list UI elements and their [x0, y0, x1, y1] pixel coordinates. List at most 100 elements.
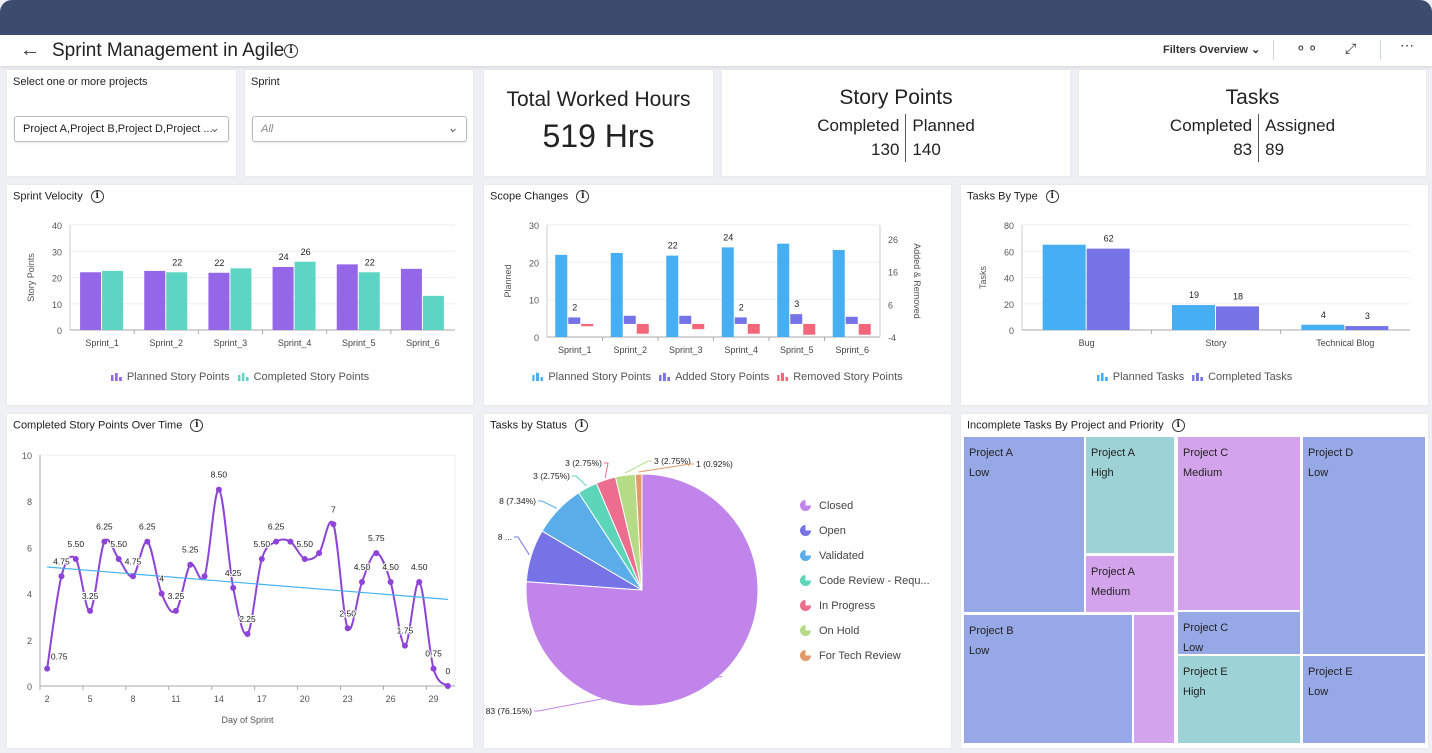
data-label: 2 — [739, 302, 744, 312]
data-label: 6.25 — [96, 522, 113, 532]
treemap-cell[interactable]: Project C Medium — [1177, 436, 1301, 611]
legend-item[interactable]: Added Story Points — [659, 371, 769, 383]
bar — [1345, 326, 1389, 330]
story-points-title: Story Points — [839, 86, 953, 109]
pie-chart-icon — [800, 525, 811, 536]
legend-item[interactable]: Closed — [800, 500, 853, 512]
filters-overview-button[interactable]: Filters Overview ⌄ — [1163, 43, 1260, 56]
legend-item[interactable]: Planned Story Points — [110, 371, 230, 383]
y-tick-label: 10 — [529, 296, 539, 306]
y-tick-label: 0 — [534, 333, 539, 343]
y-tick-label: 20 — [529, 258, 539, 268]
bar — [845, 316, 858, 324]
sprint-filter-card: Sprint All ⌄ — [245, 70, 473, 176]
bar — [1042, 244, 1086, 330]
x-tick-label: 17 — [257, 694, 267, 704]
info-icon[interactable]: i — [576, 190, 590, 203]
legend-item[interactable]: Removed Story Points — [777, 371, 903, 383]
x-tick-label: 23 — [343, 694, 353, 704]
chart-legend: Planned Story Points Completed Story Poin… — [7, 371, 473, 383]
treemap-cell[interactable]: Project E High — [1177, 655, 1301, 744]
legend-item[interactable]: Validated — [800, 550, 864, 562]
treemap-cell[interactable]: Project D Low — [1302, 436, 1426, 655]
chart-legend: Planned Tasks Completed Tasks — [961, 371, 1428, 383]
assigned-label: Assigned — [1265, 116, 1336, 135]
bar — [636, 323, 649, 334]
legend-item[interactable]: Code Review - Requ... — [800, 575, 930, 587]
data-point — [201, 573, 208, 580]
x-tick-label: Sprint_2 — [613, 345, 647, 355]
data-label: 24 — [723, 232, 733, 242]
bar — [721, 247, 734, 337]
y2-tick-label: 16 — [888, 268, 898, 278]
treemap-cell[interactable]: Project A High — [1085, 436, 1175, 554]
data-label: 7 — [331, 504, 336, 514]
info-icon[interactable]: i — [575, 419, 589, 432]
data-point — [72, 555, 79, 562]
bar — [144, 270, 166, 330]
treemap-cell[interactable]: Project E Low — [1302, 655, 1426, 744]
data-point — [316, 550, 323, 557]
glasses-icon[interactable]: ⚬⚬ — [1295, 40, 1318, 57]
planned-label: Planned — [912, 116, 975, 135]
y-axis-title: Story Points — [26, 253, 36, 302]
back-button[interactable]: ← — [20, 39, 40, 62]
projects-select[interactable]: Project A,Project B,Project D,Project ..… — [14, 116, 229, 142]
legend-item[interactable]: Open — [800, 525, 846, 537]
info-icon[interactable]: i — [90, 190, 104, 203]
chart-title: Tasks by Status — [490, 419, 568, 432]
label-leader — [572, 475, 587, 487]
label-leader — [624, 460, 652, 474]
x-tick-label: Story — [1205, 338, 1227, 348]
legend-item[interactable]: In Progress — [800, 600, 875, 612]
chart-legend: Planned Story Points Added Story Points Re… — [484, 371, 951, 383]
info-icon[interactable]: i — [1171, 419, 1185, 432]
more-icon[interactable]: ⋯ — [1400, 37, 1414, 54]
legend-item[interactable]: Completed Tasks — [1192, 371, 1292, 383]
bar — [1086, 248, 1130, 330]
treemap-cell[interactable]: Project A Medium — [1085, 555, 1175, 613]
sprint-select[interactable]: All ⌄ — [252, 116, 467, 142]
info-icon[interactable]: i — [1045, 190, 1059, 203]
data-label: 5.50 — [68, 539, 85, 549]
label-leader — [604, 462, 609, 478]
treemap-cell[interactable]: Project A Low — [963, 436, 1085, 613]
data-point — [387, 579, 394, 586]
x-tick-label: 11 — [171, 694, 180, 704]
legend-item[interactable]: Planned Story Points — [532, 371, 651, 383]
y-tick-label: 20 — [1004, 300, 1014, 310]
bar — [623, 315, 636, 324]
legend-item[interactable]: For Tech Review — [800, 650, 901, 662]
y-tick-label: 0 — [57, 326, 62, 336]
series-line — [46, 488, 449, 687]
data-point — [187, 561, 194, 568]
bar — [790, 314, 803, 324]
treemap-cell[interactable] — [1133, 614, 1175, 744]
divider — [1380, 40, 1381, 60]
y-tick-label: 0 — [1009, 326, 1014, 336]
pie-chart-icon — [800, 575, 811, 586]
expand-icon[interactable]: ⤢ — [1345, 40, 1356, 57]
treemap-cell[interactable]: Project C Low — [1177, 611, 1301, 655]
y-tick-label: 40 — [52, 221, 62, 231]
info-icon[interactable]: i — [190, 419, 204, 432]
completed-value: 83 — [1233, 140, 1253, 159]
bar — [1301, 324, 1345, 330]
info-icon[interactable]: i — [284, 44, 298, 58]
data-label: 22 — [668, 241, 678, 251]
x-tick-label: 14 — [214, 694, 224, 704]
legend-label: Code Review - Requ... — [819, 575, 930, 587]
legend-item[interactable]: On Hold — [800, 625, 859, 637]
treemap-cell[interactable]: Project B Low — [963, 614, 1133, 744]
y-tick-label: 2 — [27, 636, 32, 646]
data-point — [230, 584, 237, 591]
data-label: 18 — [1233, 291, 1243, 301]
bar — [80, 272, 102, 330]
data-label: 4 — [159, 574, 164, 584]
legend-item[interactable]: Completed Story Points — [237, 371, 369, 383]
bar — [166, 272, 188, 330]
chart-title: Incomplete Tasks By Project and Priority — [967, 419, 1164, 432]
legend-item[interactable]: Planned Tasks — [1096, 371, 1184, 383]
assigned-value: 89 — [1265, 140, 1285, 159]
y-tick-label: 4 — [27, 590, 32, 600]
